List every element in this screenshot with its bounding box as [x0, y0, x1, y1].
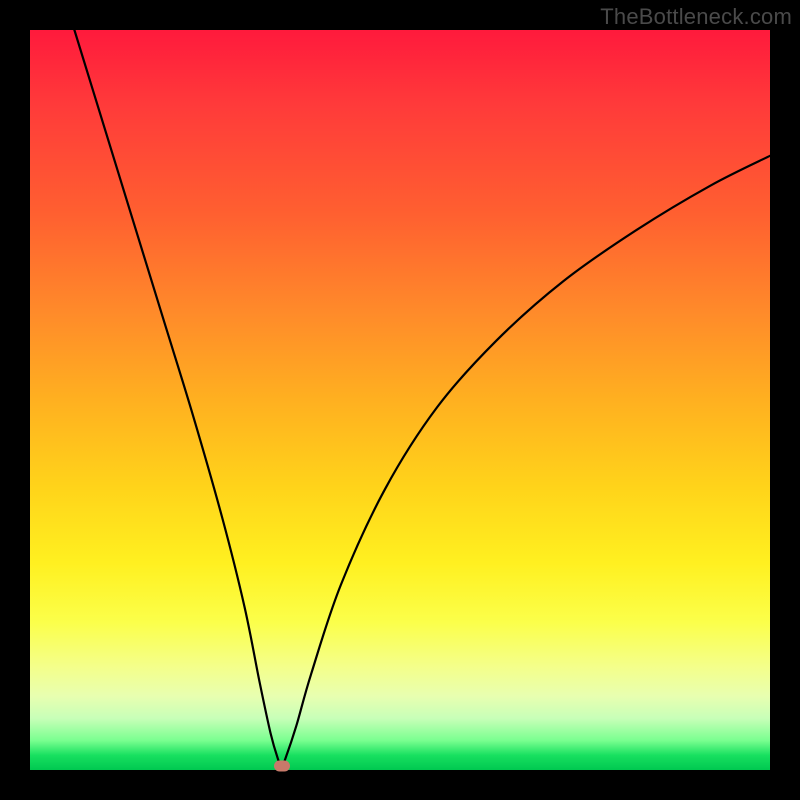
plot-area [30, 30, 770, 770]
bottleneck-curve [30, 30, 770, 770]
watermark-text: TheBottleneck.com [600, 4, 792, 30]
chart-frame: TheBottleneck.com [0, 0, 800, 800]
optimal-point-marker [274, 761, 290, 772]
